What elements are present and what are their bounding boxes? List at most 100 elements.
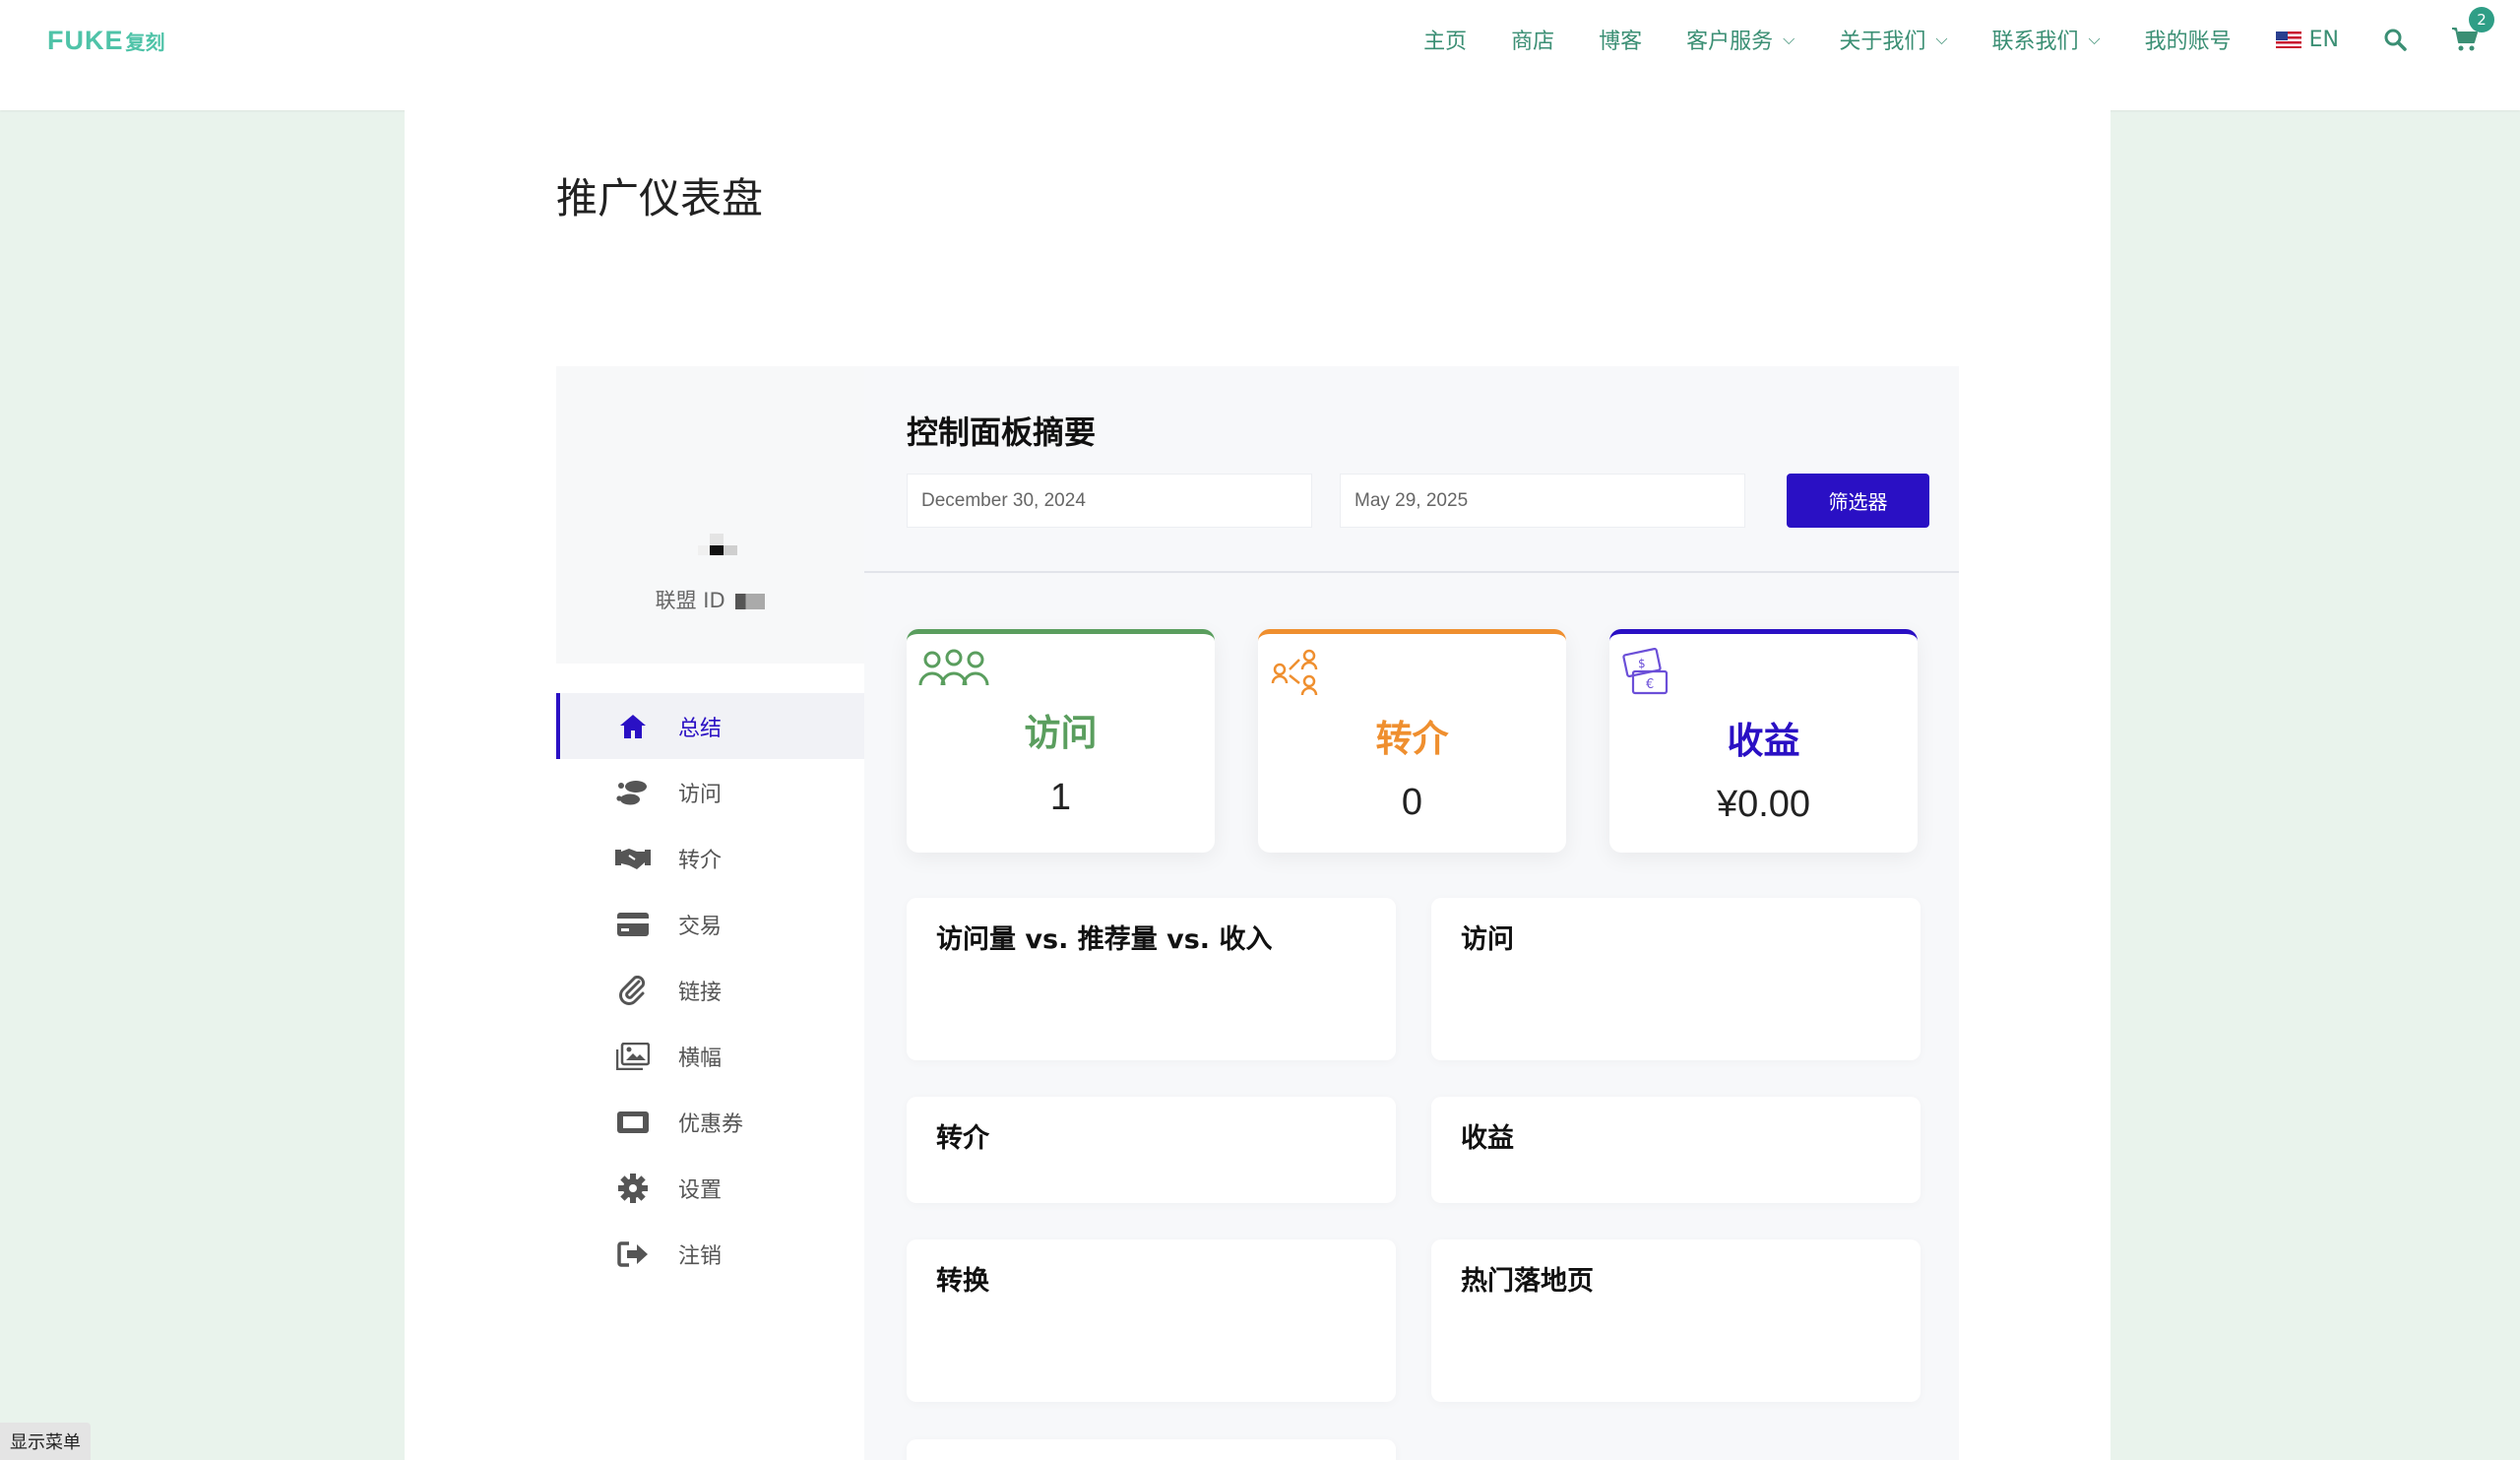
nav-customer-service[interactable]: 客户服务 ⌵ <box>1686 24 1795 55</box>
stat-card-visits: 访问 1 <box>907 629 1215 853</box>
svg-text:€: € <box>1646 677 1654 692</box>
avatar <box>698 534 749 563</box>
referral-icon <box>1270 648 1321 703</box>
language-switcher[interactable]: EN <box>2275 27 2339 52</box>
cart-button[interactable]: 2 <box>2451 7 2494 52</box>
menu-item-transactions[interactable]: 交易 <box>556 891 864 957</box>
nav-blog[interactable]: 博客 <box>1599 24 1642 55</box>
menu-item-label: 优惠券 <box>678 1111 744 1137</box>
panel-visits-vs-referrals-vs-earnings: 访问量 vs. 推荐量 vs. 收入 <box>907 898 1396 1060</box>
divider <box>864 571 1959 573</box>
nav-label: 商店 <box>1511 30 1555 54</box>
cart-count-badge: 2 <box>2469 7 2494 32</box>
menu-item-label: 横幅 <box>678 1046 723 1071</box>
page-title: 推广仪表盘 <box>556 174 764 222</box>
chevron-down-icon: ⌵ <box>1935 30 1948 48</box>
ticket-icon <box>615 1105 651 1140</box>
dashboard-main: 控制面板摘要 December 30, 2024 May 29, 2025 筛选… <box>864 366 1959 1460</box>
stat-card-referrals: 转介 0 <box>1258 629 1566 853</box>
filter-button[interactable]: 筛选器 <box>1787 474 1929 528</box>
stat-value: 1 <box>1049 777 1072 818</box>
affiliate-id: 联盟 ID <box>556 585 864 614</box>
nav-about-us[interactable]: 关于我们 ⌵ <box>1839 24 1947 55</box>
menu-item-summary[interactable]: 总结 <box>556 693 864 759</box>
panel-partial <box>907 1439 1396 1460</box>
menu-item-label: 交易 <box>678 914 723 939</box>
chevron-down-icon: ⌵ <box>1783 30 1796 48</box>
panel-title: 转换 <box>936 1266 989 1297</box>
panel-title: 热门落地页 <box>1461 1266 1594 1297</box>
affiliate-profile: 联盟 ID <box>556 366 864 664</box>
site-header: FUKE 复刻 主页 商店 博客 客户服务 ⌵ 关于我们 ⌵ 联系我们 ⌵ 我的账号 E… <box>0 0 2520 110</box>
stat-label: 收益 <box>1727 720 1800 762</box>
menu-item-settings[interactable]: 设置 <box>556 1155 864 1221</box>
panel-earnings: 收益 <box>1431 1097 1921 1203</box>
panel-title: 访问量 vs. 推荐量 vs. 收入 <box>936 924 1273 955</box>
affiliate-id-label: 联盟 ID <box>655 589 725 612</box>
search-button[interactable] <box>2383 28 2407 51</box>
paperclip-icon <box>615 973 651 1008</box>
nav-label: 关于我们 <box>1839 30 1926 54</box>
menu-item-label: 访问 <box>678 782 723 807</box>
sign-out-icon <box>615 1237 651 1272</box>
svg-text:$: $ <box>1638 657 1646 670</box>
panel-title: 收益 <box>1461 1123 1514 1154</box>
date-from-input[interactable]: December 30, 2024 <box>907 474 1312 528</box>
main-nav: 主页 商店 博客 客户服务 ⌵ 关于我们 ⌵ 联系我们 ⌵ 我的账号 EN 2 <box>1423 0 2520 79</box>
affiliate-id-value-masked <box>735 594 766 609</box>
panel-title: 访问 <box>1461 924 1514 955</box>
nav-label: 主页 <box>1423 30 1468 54</box>
affiliate-dashboard: 联盟 ID 总结 访问 转介 交易 链接 横幅 优惠券 设置 注销 控制面板摘要… <box>556 366 1959 1460</box>
nav-label: 我的账号 <box>2144 30 2232 54</box>
menu-item-label: 链接 <box>678 980 723 1005</box>
visitors-icon <box>918 648 989 695</box>
footsteps-icon <box>615 775 651 810</box>
nav-label: 客户服务 <box>1686 30 1774 54</box>
menu-item-label: 设置 <box>678 1177 723 1203</box>
summary-title: 控制面板摘要 <box>907 413 1097 451</box>
panel-visits: 访问 <box>1431 898 1921 1060</box>
nav-shop[interactable]: 商店 <box>1511 24 1554 55</box>
gear-icon <box>615 1171 651 1206</box>
stat-card-earnings: $ € 收益 ¥0.00 <box>1609 629 1918 853</box>
money-icon: $ € <box>1621 647 1672 703</box>
stat-label: 转介 <box>1375 718 1449 760</box>
stat-value: 0 <box>1401 782 1423 823</box>
credit-card-icon <box>615 907 651 942</box>
home-icon <box>615 709 651 744</box>
panel-title: 转介 <box>936 1123 989 1154</box>
panel-referrals: 转介 <box>907 1097 1396 1203</box>
panel-top-landing-pages: 热门落地页 <box>1431 1239 1921 1402</box>
menu-item-logout[interactable]: 注销 <box>556 1221 864 1287</box>
nav-my-account[interactable]: 我的账号 <box>2145 24 2232 55</box>
menu-item-referrals[interactable]: 转介 <box>556 825 864 891</box>
chevron-down-icon: ⌵ <box>2088 30 2101 48</box>
page-container: 推广仪表盘 联盟 ID 总结 访问 转介 交易 链接 横幅 优惠券 设置 注销 … <box>405 110 2110 1460</box>
menu-item-coupons[interactable]: 优惠券 <box>556 1089 864 1155</box>
logo-text: FUKE <box>47 26 124 55</box>
search-icon <box>2384 29 2407 51</box>
us-flag-icon <box>2275 31 2301 48</box>
logo-cn-text: 复刻 <box>125 32 165 54</box>
date-to-input[interactable]: May 29, 2025 <box>1340 474 1745 528</box>
stat-value: ¥0.00 <box>1716 784 1811 825</box>
menu-item-label: 注销 <box>678 1243 723 1269</box>
panel-conversions: 转换 <box>907 1239 1396 1402</box>
nav-label: 联系我们 <box>1991 30 2079 54</box>
images-icon <box>615 1039 651 1074</box>
dashboard-menu: 总结 访问 转介 交易 链接 横幅 优惠券 设置 注销 <box>556 693 864 1287</box>
handshake-icon <box>615 841 651 876</box>
menu-item-label: 总结 <box>678 716 723 741</box>
stat-label: 访问 <box>1024 712 1098 754</box>
site-logo[interactable]: FUKE 复刻 <box>47 26 165 56</box>
menu-item-label: 转介 <box>678 848 723 873</box>
language-label: EN <box>2308 27 2339 52</box>
menu-item-links[interactable]: 链接 <box>556 957 864 1023</box>
menu-item-visits[interactable]: 访问 <box>556 759 864 825</box>
nav-home[interactable]: 主页 <box>1423 24 1467 55</box>
dashboard-sidebar: 联盟 ID 总结 访问 转介 交易 链接 横幅 优惠券 设置 注销 <box>556 366 864 1460</box>
nav-contact-us[interactable]: 联系我们 ⌵ <box>1991 24 2100 55</box>
menu-item-banners[interactable]: 横幅 <box>556 1023 864 1089</box>
nav-label: 博客 <box>1599 30 1643 54</box>
show-menu-button[interactable]: 显示菜单 <box>0 1423 91 1460</box>
